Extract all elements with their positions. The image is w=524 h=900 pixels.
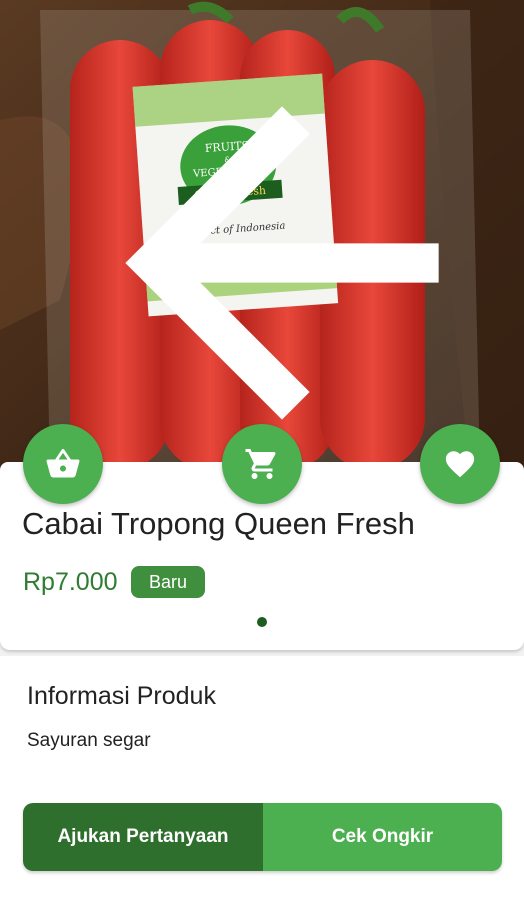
share-button[interactable]: [462, 28, 502, 68]
share-icon: [462, 28, 524, 470]
arrow-back-icon: [125, 106, 439, 420]
ask-question-button[interactable]: Ajukan Pertanyaan: [23, 803, 263, 871]
back-button[interactable]: [20, 28, 439, 420]
action-bar: Ajukan Pertanyaan Cek Ongkir: [23, 803, 502, 871]
image-page-indicator: [257, 617, 267, 627]
info-description: Sayuran segar: [27, 730, 151, 751]
product-price: Rp7.000: [23, 568, 118, 596]
check-shipping-button[interactable]: Cek Ongkir: [263, 803, 502, 871]
add-to-cart-button[interactable]: [222, 424, 302, 504]
product-title: Cabai Tropong Queen Fresh: [22, 506, 415, 541]
favorite-button[interactable]: [420, 424, 500, 504]
product-image[interactable]: FRUITS & VEGETABLES Queen Fresh Product …: [0, 0, 524, 470]
basket-button[interactable]: [23, 424, 103, 504]
cart-icon: [245, 449, 276, 479]
condition-badge: Baru: [131, 566, 206, 598]
basket-icon: [46, 449, 80, 478]
heart-icon: [445, 451, 475, 478]
info-heading: Informasi Produk: [27, 682, 216, 710]
